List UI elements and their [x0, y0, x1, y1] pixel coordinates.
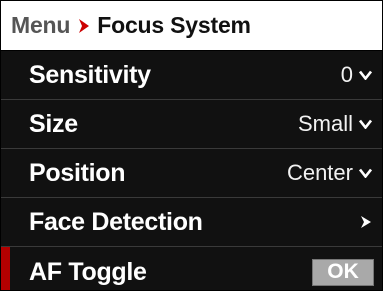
breadcrumb-menu-link[interactable]: Menu [11, 12, 70, 39]
menu-list: Sensitivity 0 Size Small Position Center… [1, 51, 382, 290]
chevron-down-icon [359, 70, 372, 80]
sensitivity-dropdown[interactable]: 0 [341, 62, 372, 88]
position-dropdown[interactable]: Center [287, 160, 372, 186]
face-detection-submenu-arrow[interactable] [360, 215, 372, 229]
menu-item-label: Face Detection [29, 207, 203, 236]
selection-indicator [1, 247, 10, 290]
chevron-down-icon [359, 168, 372, 178]
breadcrumb: Menu Focus System [1, 1, 382, 51]
chevron-right-icon [77, 18, 91, 34]
chevron-down-icon [359, 119, 372, 129]
menu-item-sensitivity[interactable]: Sensitivity 0 [1, 51, 382, 100]
menu-item-label: AF Toggle [29, 257, 147, 286]
position-value: Center [286, 160, 353, 185]
page-title: Focus System [97, 12, 251, 38]
size-value: Small [297, 111, 353, 136]
menu-item-label: Position [29, 158, 126, 187]
size-dropdown[interactable]: Small [298, 111, 372, 137]
menu-item-label: Size [29, 109, 78, 138]
sensitivity-value: 0 [340, 62, 353, 87]
chevron-right-icon [360, 215, 372, 229]
menu-item-af-toggle[interactable]: AF Toggle OK [1, 247, 382, 290]
menu-item-face-detection[interactable]: Face Detection [1, 198, 382, 247]
menu-item-label: Sensitivity [29, 60, 151, 89]
menu-item-position[interactable]: Position Center [1, 149, 382, 198]
menu-item-size[interactable]: Size Small [1, 100, 382, 149]
af-toggle-ok-button[interactable]: OK [312, 258, 374, 286]
focus-system-menu-screen: Menu Focus System Sensitivity 0 Size Sma… [0, 0, 383, 291]
